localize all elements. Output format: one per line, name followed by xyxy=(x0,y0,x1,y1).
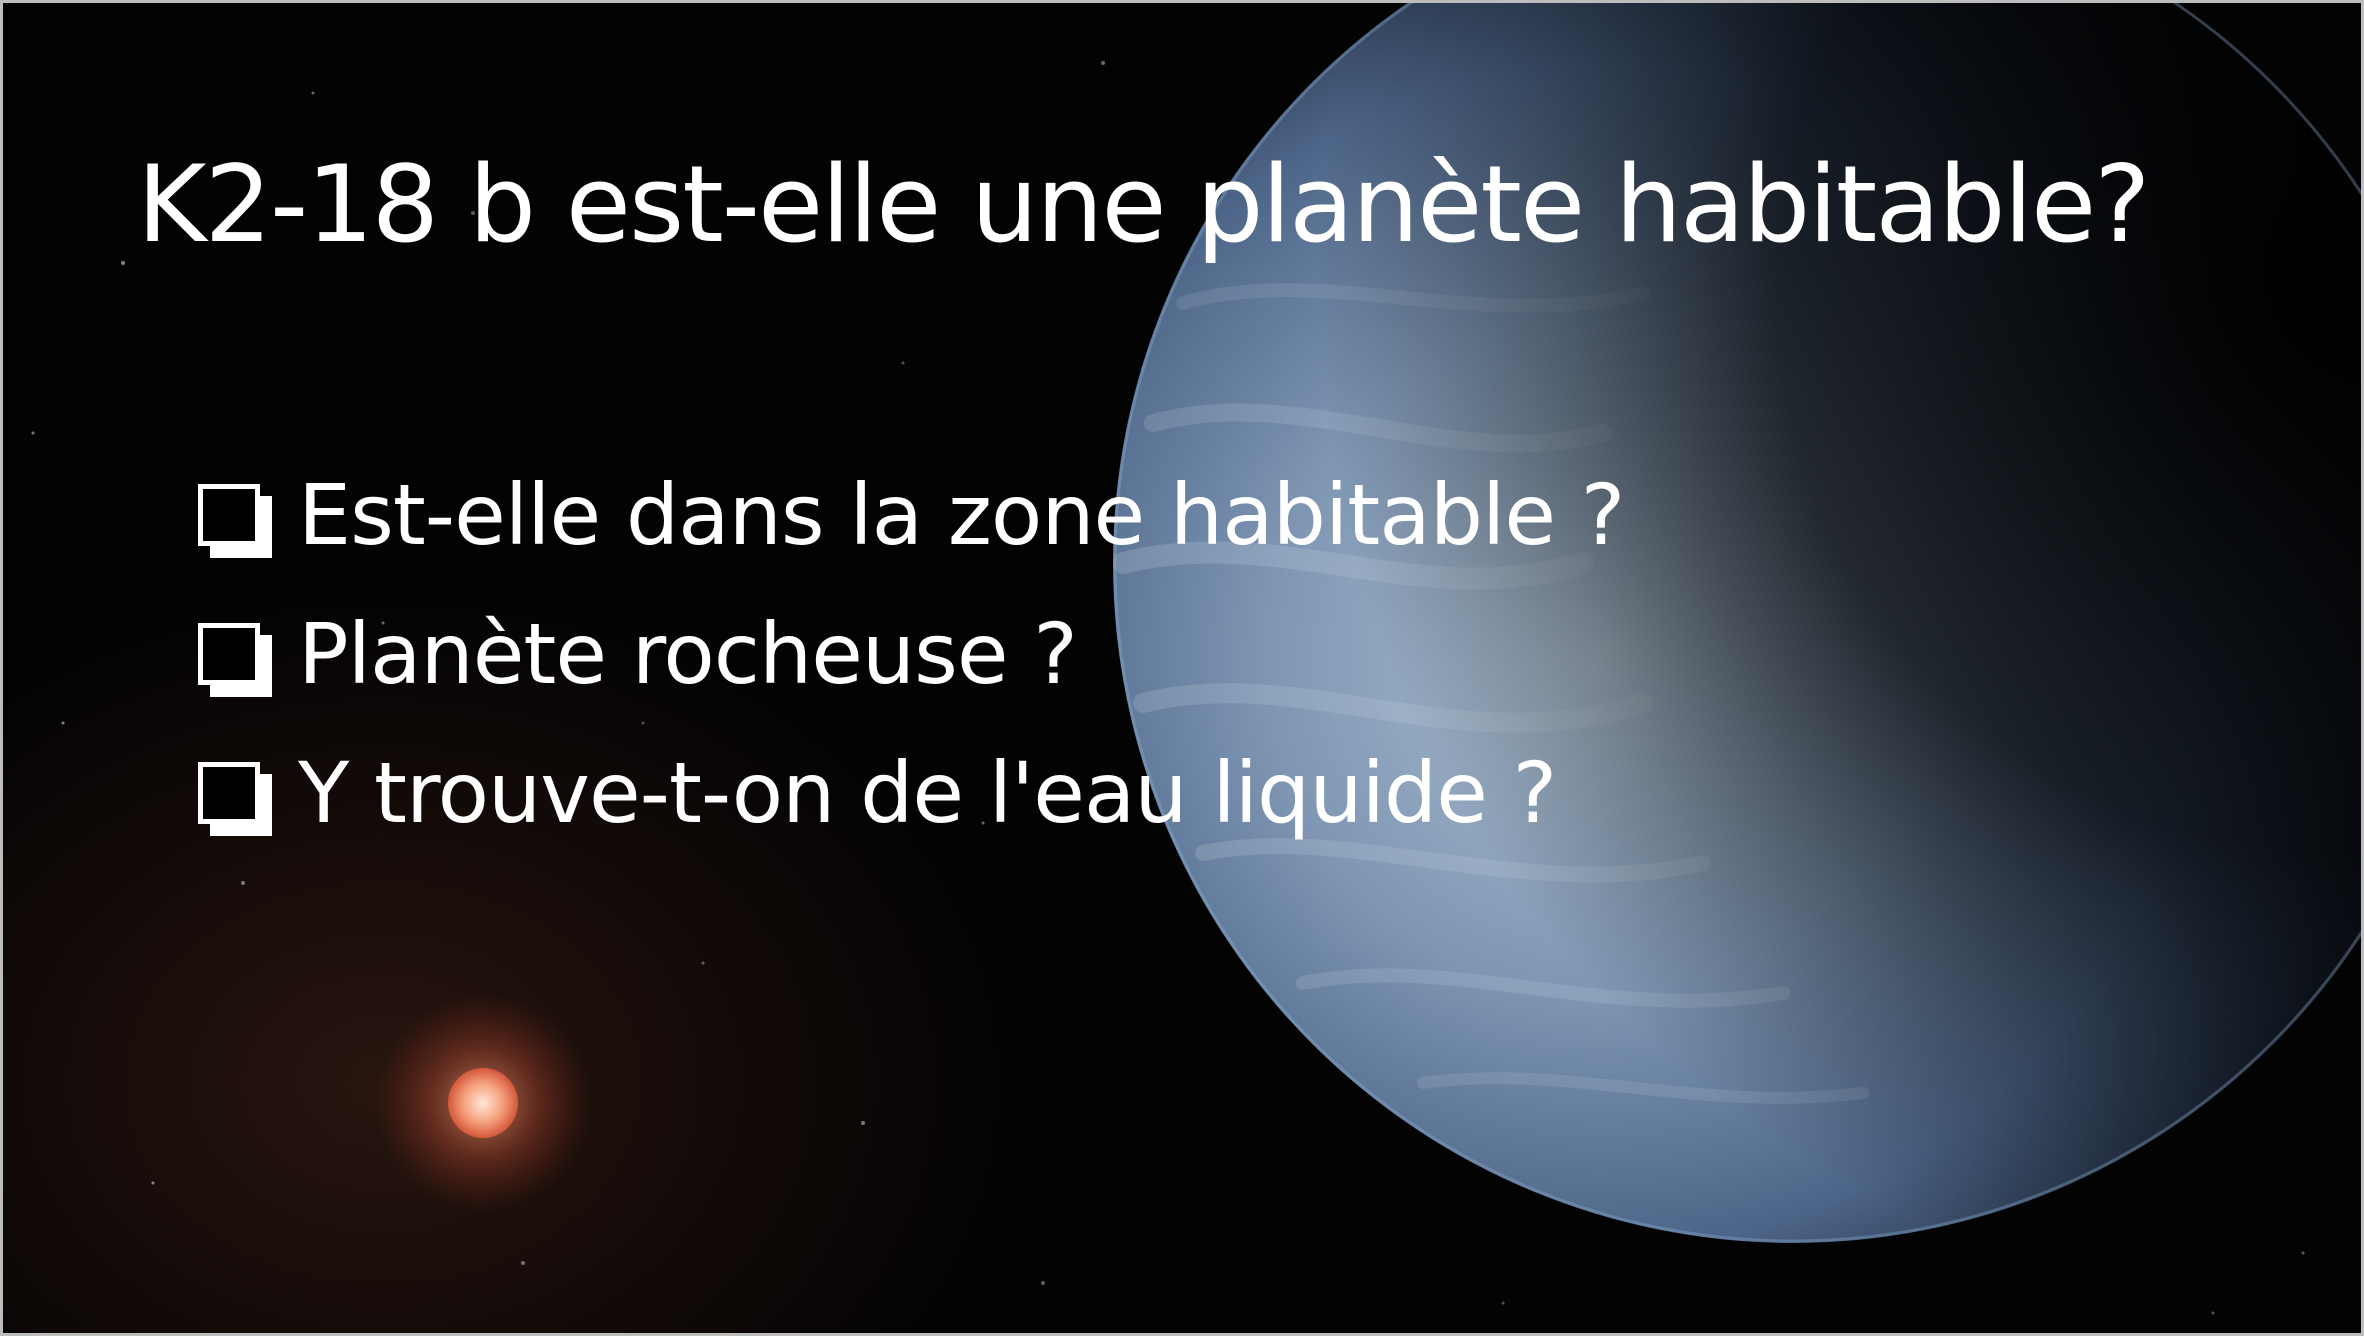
list-item: Planète rocheuse ? xyxy=(198,584,1624,723)
list-item-text: Y trouve-t-on de l'eau liquide ? xyxy=(298,743,1557,842)
checkbox-icon xyxy=(198,761,272,836)
slide: K2-18 b est-elle une planète habitable? … xyxy=(0,0,2364,1336)
star-illustration xyxy=(373,993,593,1213)
list-item-text: Planète rocheuse ? xyxy=(298,604,1078,703)
slide-title: K2-18 b est-elle une planète habitable? xyxy=(137,143,2150,266)
checkbox-icon xyxy=(198,483,272,558)
checkbox-icon xyxy=(198,622,272,697)
list-item-text: Est-elle dans la zone habitable ? xyxy=(298,465,1625,564)
question-list: Est-elle dans la zone habitable ? Planèt… xyxy=(198,445,1625,862)
list-item: Est-elle dans la zone habitable ? xyxy=(198,445,1625,584)
list-item: Y trouve-t-on de l'eau liquide ? xyxy=(198,723,1624,862)
